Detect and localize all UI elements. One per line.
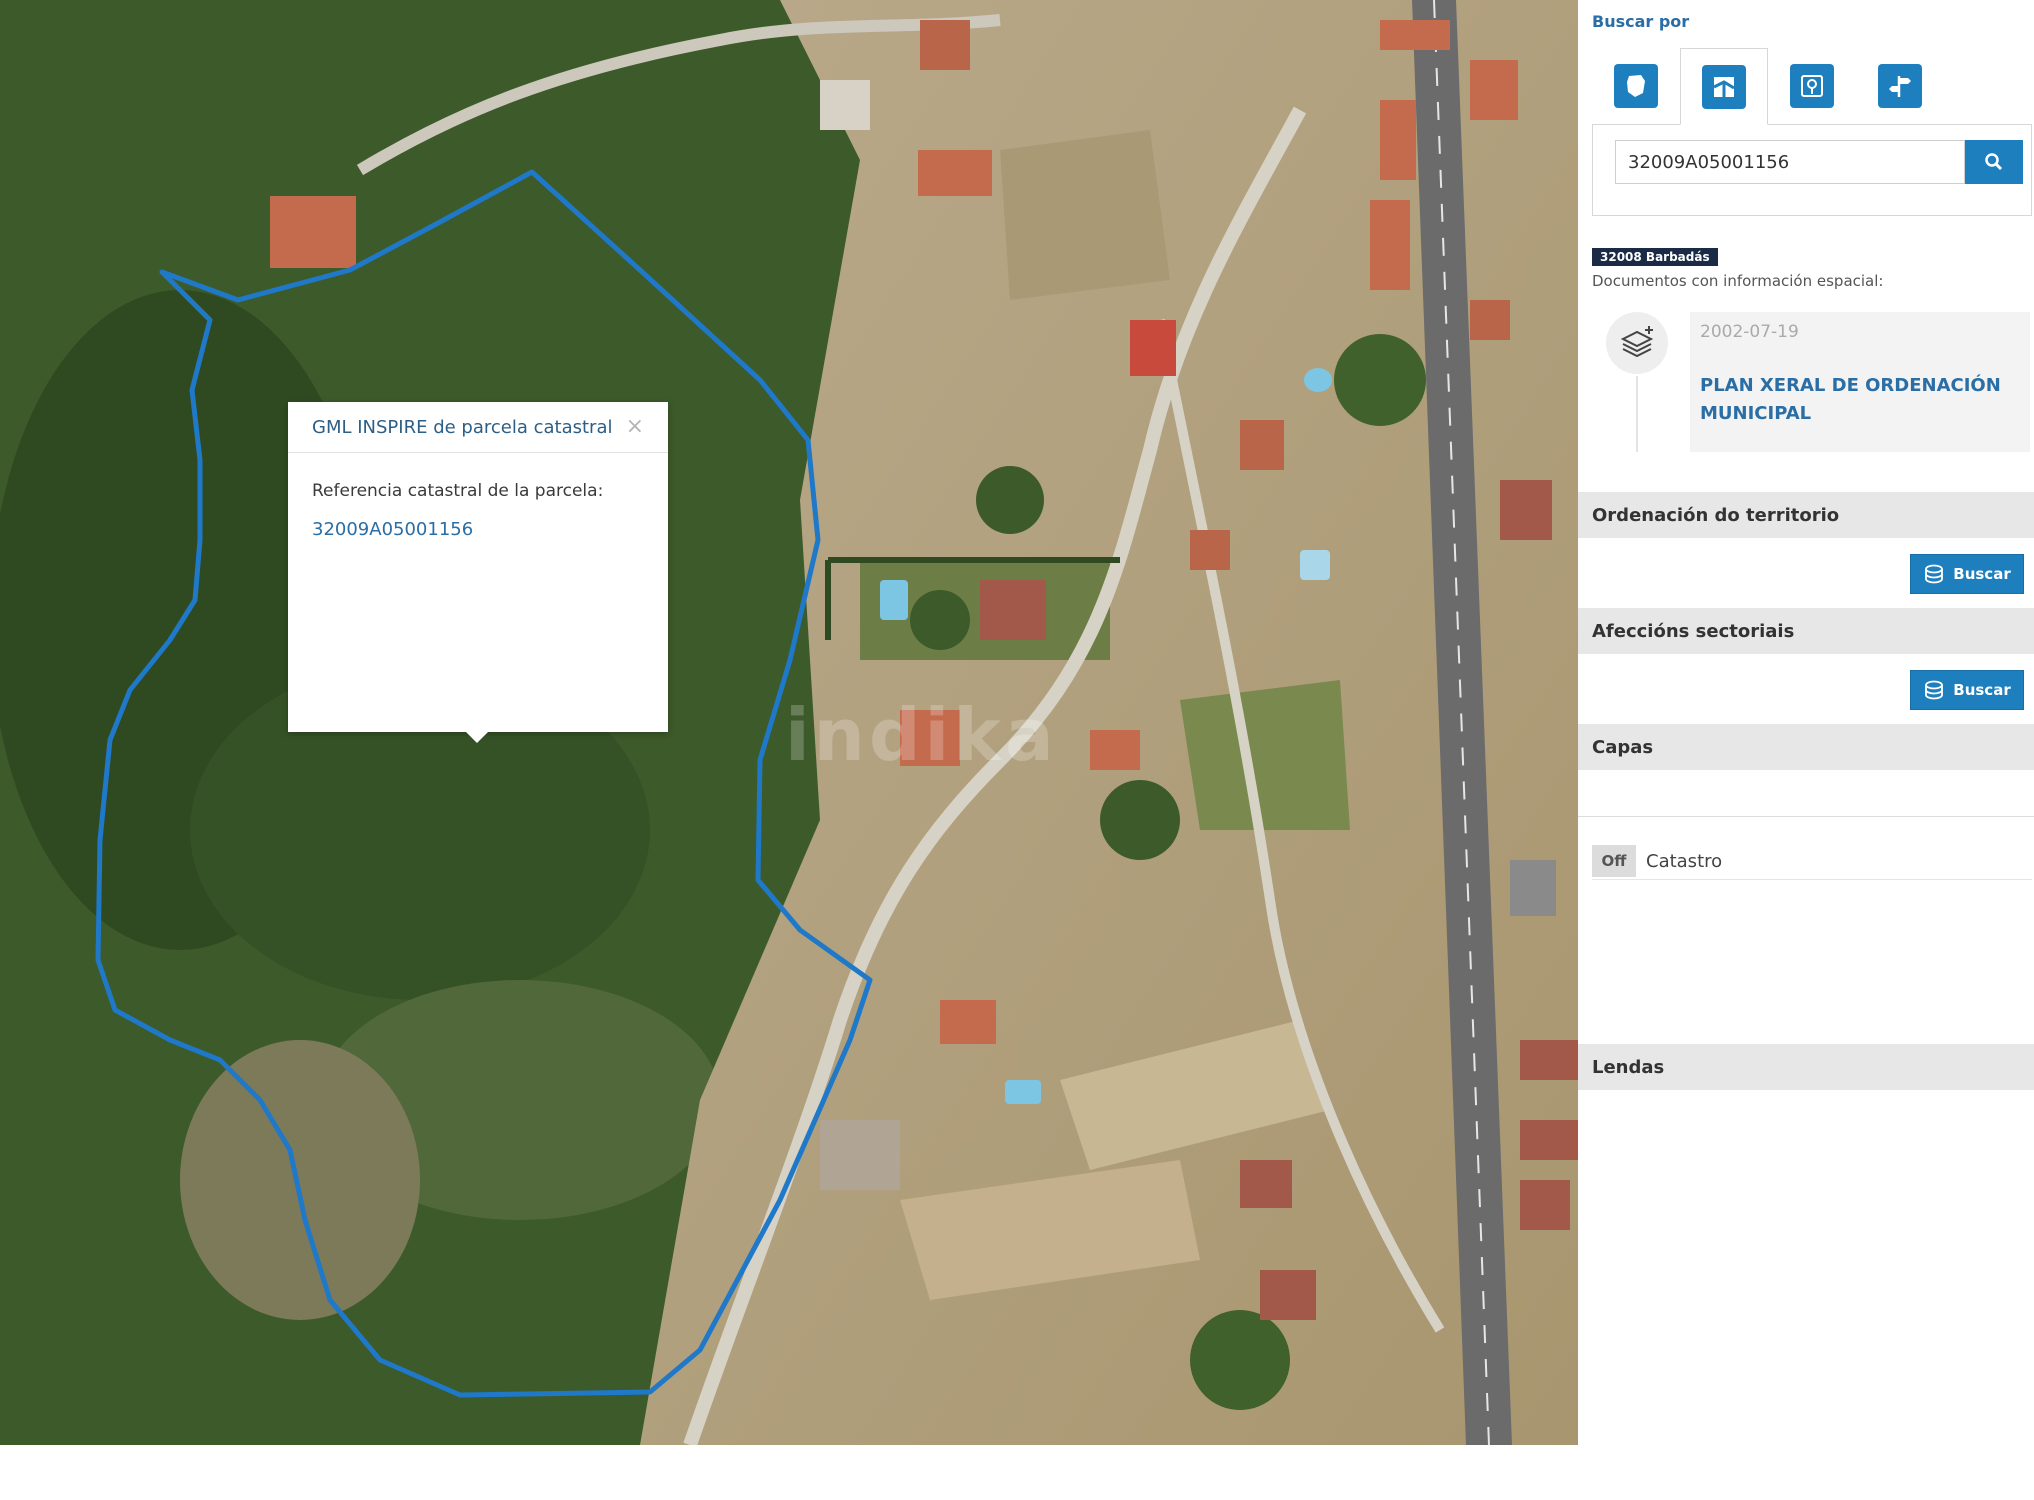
timeline-line [1636, 376, 1638, 452]
location-pin-icon [1790, 64, 1834, 108]
search-icon [1985, 153, 2003, 171]
document-date: 2002-07-19 [1700, 322, 1799, 342]
search-box [1592, 124, 2032, 216]
tab-address[interactable] [1856, 48, 1944, 124]
section-ordenacion: Ordenación do territorio [1578, 492, 2034, 538]
municipality-badge: 32008 Barbadás [1592, 248, 1718, 266]
section-afeccions: Afeccións sectoriais [1578, 608, 2034, 654]
database-icon [1925, 564, 1944, 584]
document-title[interactable]: PLAN XERAL DE ORDENACIÓN MUNICIPAL [1700, 372, 2010, 428]
popup-header: GML INSPIRE de parcela catastral × [288, 402, 668, 453]
divider [1578, 816, 2034, 817]
search-button[interactable] [1965, 140, 2023, 184]
database-icon [1925, 680, 1944, 700]
layer-row-catastro: Off Catastro [1592, 845, 2032, 880]
section-capas: Capas [1578, 724, 2034, 770]
watermark-text: indika [785, 693, 1058, 777]
layer-toggle[interactable]: Off [1592, 845, 1636, 877]
parcel-icon [1702, 64, 1746, 109]
layer-name: Catastro [1646, 851, 1723, 872]
layers-add-icon [1606, 312, 1668, 374]
buscar-label: Buscar [1953, 565, 2011, 583]
documents-label: Documentos con información espacial: [1592, 272, 1884, 290]
map-view[interactable]: indika GML INSPIRE de parcela catastral … [0, 0, 1578, 1445]
tab-location[interactable] [1768, 48, 1856, 124]
search-input[interactable] [1615, 140, 1965, 184]
parcel-popup: GML INSPIRE de parcela catastral × Refer… [288, 402, 668, 743]
popup-pointer [466, 732, 488, 743]
side-panel: Buscar por 32008 Barbadás D [1578, 0, 2034, 1445]
ordenacion-search-button[interactable]: Buscar [1910, 554, 2024, 594]
search-by-label: Buscar por [1592, 12, 1690, 31]
afeccions-search-button[interactable]: Buscar [1910, 670, 2024, 710]
section-lendas: Lendas [1578, 1044, 2034, 1090]
tab-municipality[interactable] [1592, 48, 1680, 124]
cadastral-reference-link[interactable]: 32009A05001156 [312, 519, 644, 540]
popup-title: GML INSPIRE de parcela catastral [312, 416, 613, 438]
buscar-label: Buscar [1953, 681, 2011, 699]
signpost-icon [1878, 64, 1922, 108]
popup-reference-label: Referencia catastral de la parcela: [312, 481, 604, 501]
document-card[interactable]: 2002-07-19 PLAN XERAL DE ORDENACIÓN MUNI… [1690, 312, 2030, 452]
map-region-icon [1614, 64, 1658, 108]
close-icon[interactable]: × [626, 416, 644, 438]
search-tabs [1592, 48, 2032, 125]
tab-parcel[interactable] [1680, 48, 1768, 125]
